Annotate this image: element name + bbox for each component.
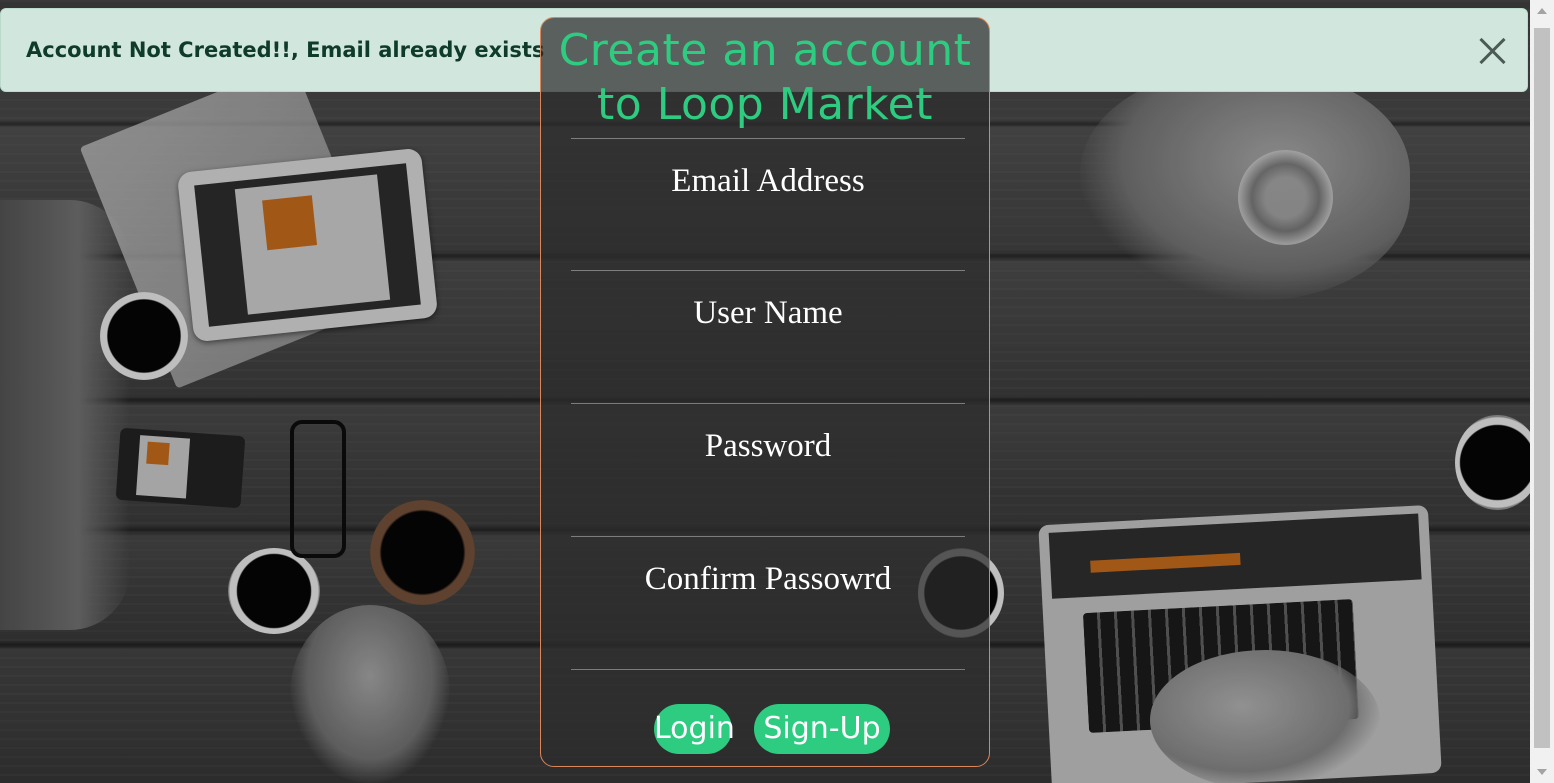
scroll-up-arrow-icon[interactable] bbox=[1537, 8, 1547, 14]
scrollbar-thumb[interactable] bbox=[1534, 28, 1550, 748]
form-divider bbox=[571, 536, 965, 537]
signup-form-panel: Create an account to Loop Market Email A… bbox=[540, 17, 990, 767]
form-divider bbox=[571, 403, 965, 404]
confirm-password-label[interactable]: Confirm Passowrd bbox=[571, 561, 965, 598]
form-title: Create an account to Loop Market bbox=[558, 25, 972, 130]
user-name-label[interactable]: User Name bbox=[571, 295, 965, 332]
vertical-scrollbar[interactable] bbox=[1530, 0, 1554, 783]
form-divider bbox=[571, 138, 965, 139]
password-label[interactable]: Password bbox=[571, 428, 965, 465]
form-divider bbox=[571, 270, 965, 271]
alert-message: Account Not Created!!, Email already exi… bbox=[26, 38, 545, 62]
close-icon[interactable] bbox=[1475, 34, 1509, 68]
sign-up-button[interactable]: Sign-Up bbox=[754, 704, 890, 754]
form-divider bbox=[571, 669, 965, 670]
login-button[interactable]: Login bbox=[654, 704, 735, 754]
email-address-label[interactable]: Email Address bbox=[571, 163, 965, 200]
scroll-down-arrow-icon[interactable] bbox=[1537, 769, 1547, 775]
